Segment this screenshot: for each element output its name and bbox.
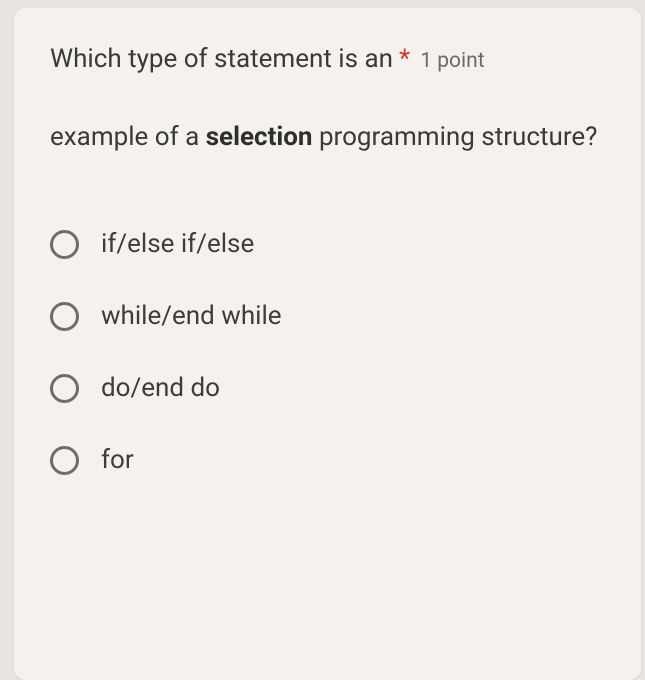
option-label: do/end do — [101, 373, 220, 403]
radio-icon — [50, 302, 79, 331]
radio-option[interactable]: if/else if/else — [50, 229, 613, 259]
question-text: Which type of statement is an * 1 point … — [50, 40, 613, 157]
option-label: while/end while — [101, 301, 282, 331]
required-asterisk: * — [399, 40, 410, 79]
question-bold-word: selection — [206, 122, 313, 152]
option-label: if/else if/else — [101, 229, 254, 259]
radio-option[interactable]: while/end while — [50, 301, 613, 331]
radio-icon — [50, 230, 79, 259]
question-text-line2b: programming structure? — [313, 122, 598, 152]
radio-icon — [50, 374, 79, 403]
question-header: Which type of statement is an * 1 point … — [50, 40, 613, 157]
radio-icon — [50, 446, 79, 475]
points-label: 1 point — [420, 42, 484, 78]
question-card: Which type of statement is an * 1 point … — [14, 8, 641, 680]
question-text-line1: Which type of statement is an — [50, 40, 393, 79]
option-label: for — [101, 445, 134, 475]
radio-option[interactable]: for — [50, 445, 613, 475]
options-list: if/else if/else while/end while do/end d… — [50, 229, 613, 475]
radio-option[interactable]: do/end do — [50, 373, 613, 403]
question-text-line2a: example of a — [50, 122, 206, 152]
